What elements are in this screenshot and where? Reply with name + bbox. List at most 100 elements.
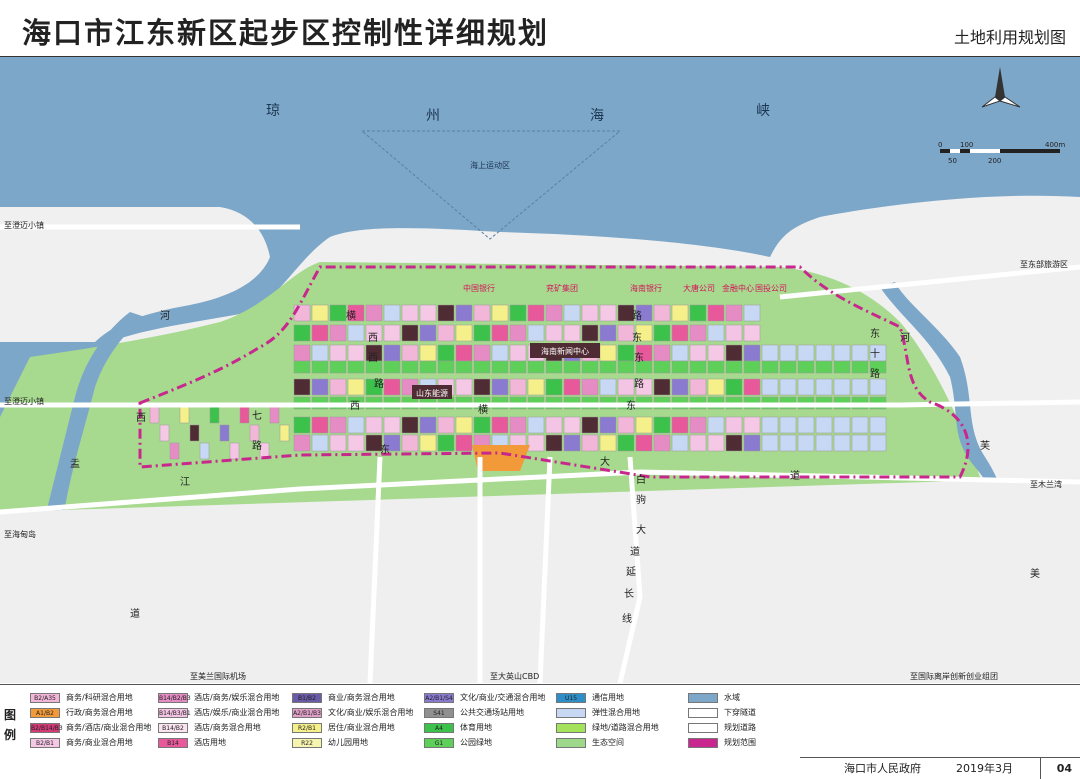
land-parcel — [761, 434, 779, 452]
legend-label: 幼儿园用地 — [328, 738, 368, 747]
legend-item: 绿地/道路混合用地 — [556, 721, 659, 734]
legend-swatch: R22 — [292, 737, 322, 748]
land-parcel — [311, 416, 329, 434]
energy-label[interactable]: 山东能源 — [416, 388, 448, 398]
company-label-3[interactable]: 海南银行 — [630, 283, 662, 293]
legend-item: B14/B3/B1 酒店/娱乐/商业混合用地 — [158, 706, 279, 719]
news-center-label[interactable]: 海南新闻中心 — [541, 346, 589, 356]
land-parcel — [797, 360, 815, 374]
land-parcel — [149, 406, 160, 424]
legend-swatch: A4 — [424, 722, 454, 733]
land-parcel — [833, 360, 851, 374]
land-parcel — [653, 360, 671, 374]
land-parcel — [527, 416, 545, 434]
legend-item: U15 通信用地 — [556, 691, 624, 704]
land-parcel — [743, 378, 761, 396]
land-parcel — [219, 424, 230, 442]
land-parcel — [797, 344, 815, 362]
land-parcel — [473, 360, 491, 374]
road-char: 西 — [368, 333, 378, 344]
footer-divider — [1040, 758, 1041, 779]
road-char: 西 — [368, 353, 378, 364]
land-parcel — [689, 378, 707, 396]
land-parcel — [725, 416, 743, 434]
land-parcel — [707, 304, 725, 322]
header-bar: 海口市江东新区起步区控制性详细规划 土地利用规划图 — [0, 0, 1080, 58]
legend-label: 绿地/道路混合用地 — [592, 723, 659, 732]
land-parcel — [545, 416, 563, 434]
legend-swatch: B2/B14/B3 — [30, 722, 63, 733]
land-parcel — [269, 406, 280, 424]
land-parcel — [815, 360, 833, 374]
page-title: 海口市江东新区起步区控制性详细规划 — [22, 16, 550, 50]
legend-item: 下穿隧道 — [688, 706, 756, 719]
land-parcel — [329, 324, 347, 342]
land-parcel — [545, 304, 563, 322]
land-parcel — [509, 304, 527, 322]
land-parcel — [347, 344, 365, 362]
land-use-map[interactable]: 琼 州 海 峡 海上运动区 0 100 400m 50 200 中国银行 兖矿集… — [0, 57, 1080, 684]
land-parcel — [671, 324, 689, 342]
land-parcel — [509, 378, 527, 396]
road-char: 盂 — [70, 458, 80, 470]
legend-item: 水域 — [688, 691, 740, 704]
footer-date: 2019年3月 — [956, 762, 1013, 775]
dest-haidian: 至海甸岛 — [4, 529, 36, 539]
company-label-6[interactable]: 国投公司 — [755, 283, 787, 293]
legend-item: 规划道路 — [688, 721, 756, 734]
land-parcel — [761, 416, 779, 434]
scale-tick-0: 0 — [938, 141, 942, 149]
land-parcel — [401, 304, 419, 322]
company-label-5[interactable]: 金融中心 — [722, 283, 754, 293]
land-parcel — [689, 304, 707, 322]
road-char: 路 — [634, 377, 644, 390]
land-parcel — [401, 324, 419, 342]
land-parcel — [419, 360, 437, 374]
legend-swatch: B2/A35 — [30, 692, 60, 703]
footer: 海口市人民政府 2019年3月 04 — [800, 757, 1080, 779]
land-parcel — [169, 442, 180, 460]
land-parcel — [419, 416, 437, 434]
dest-daying: 至大英山CBD — [490, 671, 539, 681]
legend-swatch: B14 — [158, 737, 188, 748]
land-parcel — [851, 434, 869, 452]
road-char: 东 — [626, 399, 636, 412]
land-parcel — [563, 360, 581, 374]
legend-swatch: B14/B2/B3 — [158, 692, 191, 703]
land-parcel — [671, 416, 689, 434]
land-parcel — [617, 360, 635, 374]
legend-swatch — [688, 737, 718, 748]
legend-label: 商务/商业混合用地 — [66, 738, 133, 747]
land-parcel — [419, 434, 437, 452]
legend-item: B2/A35 商务/科研混合用地 — [30, 691, 133, 704]
land-parcel — [491, 360, 509, 374]
land-parcel — [815, 416, 833, 434]
road-char: 十 — [870, 347, 880, 360]
company-label-1[interactable]: 中国银行 — [463, 283, 495, 293]
land-parcel — [189, 424, 200, 442]
land-parcel — [491, 324, 509, 342]
land-parcel — [401, 360, 419, 374]
land-parcel — [293, 360, 311, 374]
land-parcel — [869, 378, 887, 396]
land-parcel — [437, 434, 455, 452]
dest-innovation: 至国际离岸创新创业组团 — [910, 671, 998, 681]
land-parcel — [311, 304, 329, 322]
road-char: 河 — [160, 310, 170, 322]
land-parcel — [599, 324, 617, 342]
land-parcel — [527, 324, 545, 342]
land-parcel — [563, 324, 581, 342]
road-char: 延 — [626, 566, 636, 578]
legend-label: 酒店/商务/娱乐混合用地 — [194, 693, 280, 702]
land-parcel — [329, 434, 347, 452]
company-label-4[interactable]: 大唐公司 — [683, 283, 715, 293]
legend-item: B1/B2 商业/商务混合用地 — [292, 691, 395, 704]
legend-label: 文化/商业/交通混合用地 — [460, 693, 546, 702]
land-parcel — [509, 344, 527, 362]
road-char: 西 — [136, 413, 146, 424]
legend-swatch — [688, 722, 718, 733]
legend-label: 公园绿地 — [460, 738, 492, 747]
company-label-2[interactable]: 兖矿集团 — [546, 283, 578, 293]
road-char: 七 — [252, 410, 262, 422]
land-parcel — [581, 378, 599, 396]
